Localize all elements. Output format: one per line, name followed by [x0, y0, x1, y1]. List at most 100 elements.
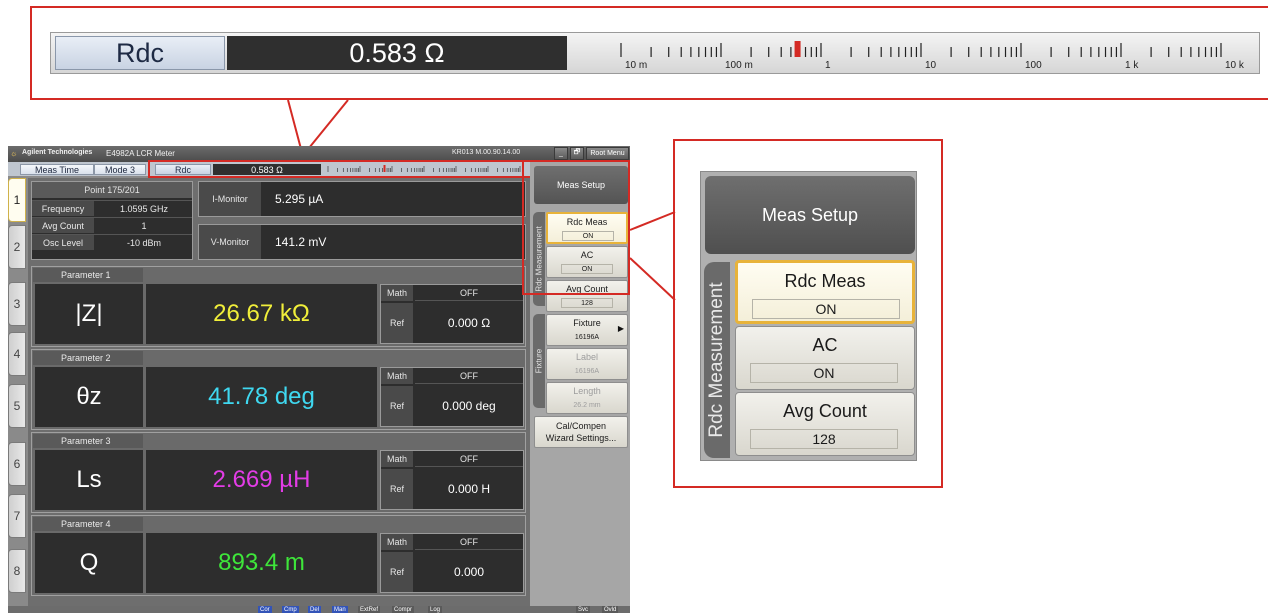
scale-label: 10 k: [1225, 60, 1245, 71]
rdc-value-marker: [794, 41, 801, 57]
avg-count-label: Avg Count: [32, 218, 94, 233]
i-monitor-label: I-Monitor: [199, 182, 261, 216]
parameter-4-name: Q: [35, 533, 143, 593]
math-label: Math: [381, 451, 413, 467]
zoom-rdc-bar: Rdc 0.583 Ω 10 m 100 m 1 10 100 1 k 10 k: [50, 32, 1260, 74]
parameter-4-header: Parameter 4: [33, 517, 143, 531]
channel-tab-6[interactable]: 6: [8, 442, 26, 486]
channel-tab-5[interactable]: 5: [8, 384, 26, 428]
fixture-softkey[interactable]: Fixture 16196A ▶: [546, 314, 628, 346]
menu-highlight-box: [522, 160, 630, 295]
channel-tab-4[interactable]: 4: [8, 332, 26, 376]
math-value: OFF: [415, 534, 523, 550]
compr-indicator: Compr: [392, 606, 415, 613]
del-indicator: Del: [308, 606, 322, 613]
zoom-rdc-meas-softkey[interactable]: Rdc Meas ON: [735, 260, 915, 324]
meas-time-mode: Mode 3: [94, 164, 146, 175]
ref-label: Ref: [381, 552, 413, 592]
zoom-rdc-scale: 10 m 100 m 1 10 100 1 k 10 k: [581, 35, 1251, 71]
math-value: OFF: [415, 368, 523, 384]
zoom-ac-softkey[interactable]: AC ON: [735, 326, 915, 390]
parameter-3-header: Parameter 3: [33, 434, 143, 448]
label-value: 16196A: [574, 367, 600, 375]
parameter-4-value: 893.4 m: [146, 533, 377, 593]
frequency-value: 1.0595 GHz: [119, 203, 169, 214]
parameter-1-name: |Z|: [35, 284, 143, 344]
point-counter: Point 175/201: [32, 182, 192, 198]
parameter-2-header: Parameter 2: [33, 351, 143, 365]
restore-button[interactable]: 🗗: [570, 147, 584, 160]
scale-label: 1 k: [1125, 60, 1139, 71]
parameter-2-header-bar: [144, 351, 524, 365]
math-value: OFF: [415, 285, 523, 301]
man-indicator: Man: [332, 606, 348, 613]
ref-label: Ref: [381, 386, 413, 426]
scale-label: 100 m: [725, 60, 753, 71]
submenu-arrow-icon: ▶: [617, 324, 624, 333]
avg-count-value: 1: [141, 220, 147, 231]
parameter-1-header: Parameter 1: [33, 268, 143, 282]
parameter-4-math-ref: Math OFF Ref 0.000: [380, 533, 524, 593]
connector-line-menu-top: [629, 211, 676, 231]
cmp-indicator: Cmp: [282, 606, 299, 613]
zoom-rdc-value: 0.583 Ω: [227, 36, 567, 70]
zoom-avg-count-softkey[interactable]: Avg Count 128: [735, 392, 915, 456]
log-indicator: Log: [428, 606, 443, 613]
math-label: Math: [381, 368, 413, 384]
scale-label: 100: [1025, 60, 1042, 71]
wizard-settings-label: Wizard Settings...: [545, 433, 617, 443]
ref-label: Ref: [381, 469, 413, 509]
firmware-version: KR013 M.00.90.14.00: [452, 149, 521, 156]
avg-count-row: Avg Count 1: [32, 217, 192, 233]
cal-compen-wizard-softkey[interactable]: Cal/Compen Wizard Settings...: [534, 416, 628, 448]
root-menu-button[interactable]: Root Menu: [586, 147, 629, 160]
rdc-highlight-box: [148, 160, 534, 178]
agilent-logo-icon: ☼: [10, 149, 18, 158]
ovld-indicator: Ovld: [602, 606, 619, 613]
zoom-ac-value: ON: [750, 363, 898, 383]
parameter-1-math-ref: Math OFF Ref 0.000 Ω: [380, 284, 524, 344]
minimize-button[interactable]: _: [554, 147, 568, 160]
parameter-2-math-ref: Math OFF Ref 0.000 deg: [380, 367, 524, 427]
parameter-3-name: Ls: [35, 450, 143, 510]
zoom-rdc-measurement-group: Rdc Measurement: [704, 262, 730, 458]
osc-level-row: Osc Level -10 dBm: [32, 234, 192, 250]
page: Rdc 0.583 Ω 10 m 100 m 1 10 100 1 k 10 k ☼ Agi…: [0, 0, 1268, 613]
parameter-panel-3: Parameter 3 Ls 2.669 µH Math OFF Ref 0.0…: [31, 432, 526, 513]
extref-indicator: ExtRef: [358, 606, 381, 613]
label-label: Label: [575, 352, 599, 362]
ref-value: 0.000 H: [447, 482, 491, 496]
parameter-2-value: 41.78 deg: [146, 367, 377, 427]
parameter-panel-1: Parameter 1 |Z| 26.67 kΩ Math OFF Ref 0.…: [31, 266, 526, 347]
zoom-rdc-meas-value: ON: [752, 299, 900, 319]
frequency-label: Frequency: [32, 201, 94, 216]
point-info-box: Point 175/201 Frequency 1.0595 GHz Avg C…: [31, 181, 193, 260]
avg-count-softkey-value: 128: [561, 298, 613, 308]
i-monitor-value: 5.295 µA: [275, 192, 324, 206]
channel-tab-1[interactable]: 1: [8, 178, 26, 222]
cal-compen-label: Cal/Compen: [555, 421, 607, 431]
zoom-rdc-measurement-group-label: Rdc Measurement: [706, 282, 727, 438]
zoom-meas-setup-header[interactable]: Meas Setup: [705, 176, 915, 254]
fixture-group-label: Fixture: [534, 348, 544, 374]
connector-line-menu-bottom: [629, 257, 676, 301]
label-softkey: Label 16196A: [546, 348, 628, 380]
scale-label: 1: [825, 60, 831, 71]
channel-tab-2[interactable]: 2: [8, 225, 26, 269]
scale-label: 10 m: [625, 60, 647, 71]
parameter-1-value: 26.67 kΩ: [146, 284, 377, 344]
fixture-group: Fixture: [533, 314, 545, 408]
math-label: Math: [381, 534, 413, 550]
channel-tab-3[interactable]: 3: [8, 282, 26, 326]
fixture-label: Fixture: [573, 318, 601, 328]
channel-tab-8[interactable]: 8: [8, 549, 26, 593]
window-title: E4982A LCR Meter: [106, 149, 175, 158]
svc-indicator: Svc: [576, 606, 591, 613]
length-label: Length: [573, 386, 601, 396]
frequency-row: Frequency 1.0595 GHz: [32, 200, 192, 216]
parameter-1-header-bar: [144, 268, 524, 282]
parameter-panel-4: Parameter 4 Q 893.4 m Math OFF Ref 0.000: [31, 515, 526, 596]
bottom-status-bar: Cor Cmp Del Man ExtRef Compr Log Svc Ovl…: [8, 606, 630, 613]
v-monitor-value: 141.2 mV: [275, 235, 327, 249]
channel-tab-7[interactable]: 7: [8, 494, 26, 538]
